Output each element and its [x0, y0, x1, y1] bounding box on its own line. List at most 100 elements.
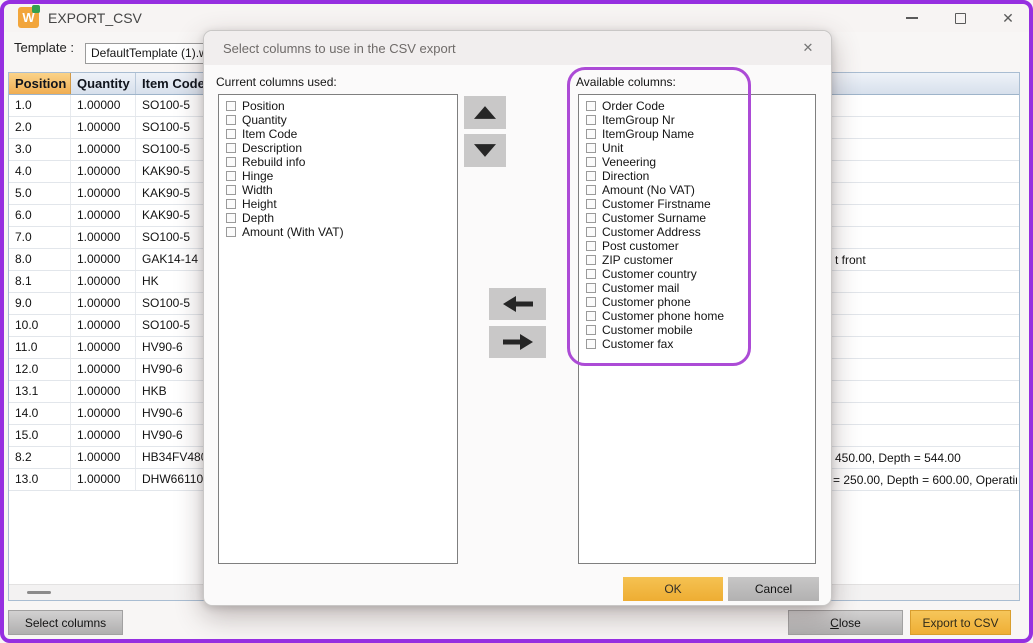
minimize-button[interactable]	[903, 9, 921, 27]
cell-position: 8.0	[9, 249, 71, 270]
dialog-close-button[interactable]: ✕	[799, 39, 817, 57]
list-item[interactable]: Customer fax	[583, 337, 815, 351]
checkbox[interactable]	[586, 101, 596, 111]
list-item[interactable]: Customer Address	[583, 225, 815, 239]
export-to-csv-button[interactable]: Export to CSV	[910, 610, 1011, 635]
checkbox[interactable]	[586, 255, 596, 265]
checkbox[interactable]	[586, 199, 596, 209]
checkbox[interactable]	[226, 199, 236, 209]
checkbox[interactable]	[586, 213, 596, 223]
checkbox[interactable]	[226, 101, 236, 111]
list-item[interactable]: Customer Surname	[583, 211, 815, 225]
list-item[interactable]: Customer Firstname	[583, 197, 815, 211]
list-item-label: Hinge	[242, 170, 273, 183]
list-item[interactable]: Customer mail	[583, 281, 815, 295]
list-item[interactable]: Post customer	[583, 239, 815, 253]
cell-quantity: 1.00000	[71, 249, 136, 270]
checkbox[interactable]	[226, 143, 236, 153]
window-titlebar[interactable]: W EXPORT_CSV ✕	[4, 4, 1029, 32]
dialog-title: Select columns to use in the CSV export	[223, 41, 456, 56]
select-columns-button[interactable]: Select columns	[8, 610, 123, 635]
list-item[interactable]: Quantity	[223, 113, 457, 127]
checkbox[interactable]	[586, 115, 596, 125]
checkbox[interactable]	[226, 227, 236, 237]
list-item[interactable]: Description	[223, 141, 457, 155]
checkbox[interactable]	[226, 213, 236, 223]
checkbox[interactable]	[586, 157, 596, 167]
list-item-label: Rebuild info	[242, 156, 305, 169]
list-item[interactable]: Hinge	[223, 169, 457, 183]
move-down-button[interactable]	[464, 134, 506, 167]
checkbox[interactable]	[226, 129, 236, 139]
checkbox[interactable]	[586, 143, 596, 153]
list-item[interactable]: Direction	[583, 169, 815, 183]
checkbox[interactable]	[586, 325, 596, 335]
list-item[interactable]: Rebuild info	[223, 155, 457, 169]
template-label: Template :	[14, 40, 74, 55]
checkbox[interactable]	[226, 157, 236, 167]
column-header-position[interactable]: Position	[9, 73, 71, 94]
list-item[interactable]: Amount (No VAT)	[583, 183, 815, 197]
list-item[interactable]: ItemGroup Name	[583, 127, 815, 141]
checkbox[interactable]	[586, 339, 596, 349]
list-item[interactable]: ItemGroup Nr	[583, 113, 815, 127]
csv-columns-dialog: Select columns to use in the CSV export …	[203, 30, 832, 606]
window-title: EXPORT_CSV	[48, 10, 142, 26]
column-header-quantity[interactable]: Quantity	[71, 73, 136, 94]
checkbox[interactable]	[586, 269, 596, 279]
list-item-label: Position	[242, 100, 285, 113]
ok-button[interactable]: OK	[623, 577, 723, 601]
list-item[interactable]: Unit	[583, 141, 815, 155]
maximize-button[interactable]	[951, 9, 969, 27]
list-item[interactable]: Amount (With VAT)	[223, 225, 457, 239]
list-item-label: Customer mail	[602, 282, 679, 295]
checkbox[interactable]	[586, 241, 596, 251]
list-item[interactable]: Height	[223, 197, 457, 211]
checkbox[interactable]	[586, 171, 596, 181]
available-columns-list[interactable]: Order Code ItemGroup Nr ItemGroup Name U…	[578, 94, 816, 564]
list-item[interactable]: Veneering	[583, 155, 815, 169]
table-clipped-text: 450.00, Depth = 544.00	[835, 451, 1019, 465]
checkbox[interactable]	[586, 227, 596, 237]
scrollbar-thumb[interactable]	[27, 591, 51, 594]
table-clipped-text: t front	[835, 253, 1019, 267]
checkbox[interactable]	[226, 115, 236, 125]
checkbox[interactable]	[226, 185, 236, 195]
list-item-label: ItemGroup Nr	[602, 114, 675, 127]
list-item-label: Customer mobile	[602, 324, 693, 337]
left-arrow-icon	[503, 296, 533, 312]
window-close-button[interactable]: ✕	[999, 9, 1017, 27]
checkbox[interactable]	[586, 283, 596, 293]
cell-quantity: 1.00000	[71, 315, 136, 336]
list-item-label: ItemGroup Name	[602, 128, 694, 141]
list-item[interactable]: ZIP customer	[583, 253, 815, 267]
list-item[interactable]: Position	[223, 99, 457, 113]
cell-position: 11.0	[9, 337, 71, 358]
checkbox[interactable]	[586, 311, 596, 321]
list-item[interactable]: Item Code	[223, 127, 457, 141]
checkbox[interactable]	[586, 129, 596, 139]
cell-quantity: 1.00000	[71, 161, 136, 182]
list-item[interactable]: Customer phone	[583, 295, 815, 309]
checkbox[interactable]	[586, 297, 596, 307]
close-button[interactable]: Close	[788, 610, 903, 635]
list-item[interactable]: Order Code	[583, 99, 815, 113]
cell-position: 4.0	[9, 161, 71, 182]
cell-quantity: 1.00000	[71, 425, 136, 446]
list-item[interactable]: Depth	[223, 211, 457, 225]
cell-quantity: 1.00000	[71, 447, 136, 468]
list-item[interactable]: Width	[223, 183, 457, 197]
move-left-button[interactable]	[489, 288, 546, 320]
move-up-button[interactable]	[464, 96, 506, 129]
cell-quantity: 1.00000	[71, 205, 136, 226]
list-item[interactable]: Customer phone home	[583, 309, 815, 323]
list-item[interactable]: Customer country	[583, 267, 815, 281]
checkbox[interactable]	[226, 171, 236, 181]
current-columns-list[interactable]: Position Quantity Item Code Description	[218, 94, 458, 564]
cell-position: 15.0	[9, 425, 71, 446]
list-item[interactable]: Customer mobile	[583, 323, 815, 337]
list-item-label: Post customer	[602, 240, 679, 253]
cancel-button[interactable]: Cancel	[728, 577, 819, 601]
move-right-button[interactable]	[489, 326, 546, 358]
checkbox[interactable]	[586, 185, 596, 195]
